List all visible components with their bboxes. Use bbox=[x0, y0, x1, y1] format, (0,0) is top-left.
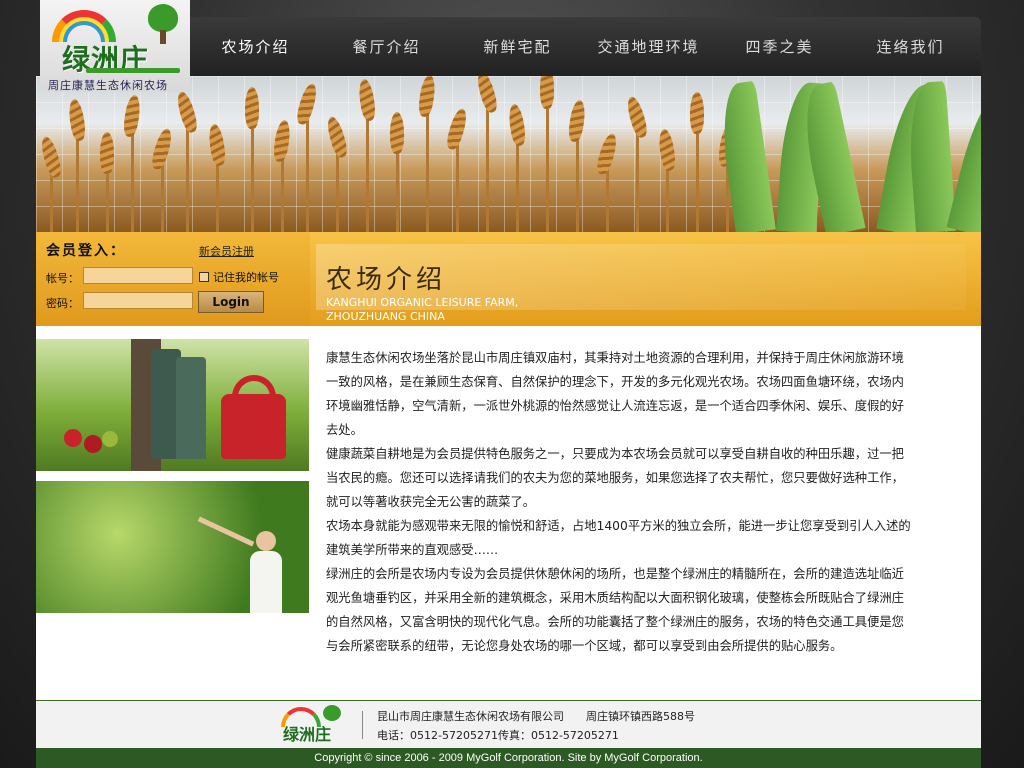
hero-banner bbox=[36, 76, 981, 232]
remember-account[interactable]: 记住我的帐号 bbox=[199, 269, 279, 285]
wheat-stalk bbox=[426, 111, 429, 232]
apple-shape bbox=[64, 429, 82, 447]
password-label: 密码： bbox=[46, 297, 79, 310]
wheat-stalk bbox=[131, 131, 134, 232]
boots-watering-can-photo bbox=[36, 339, 309, 471]
farm-article: 康慧生态休闲农场坐落於昆山市周庄镇双庙村，其秉持对土地资源的合理利用，并保持于周… bbox=[326, 346, 914, 658]
page-title: 农场介绍 bbox=[326, 265, 447, 295]
password-input[interactable] bbox=[83, 292, 193, 309]
tree-icon bbox=[323, 705, 341, 721]
watering-can-handle bbox=[232, 375, 276, 409]
woman-arm-shape bbox=[197, 516, 255, 547]
nav-farm-intro[interactable]: 农场介绍 bbox=[190, 36, 321, 57]
nav-transport[interactable]: 交通地理环境 bbox=[583, 36, 714, 57]
woman-body-shape bbox=[250, 551, 282, 613]
footer-phone-fax: 电话：0512-57205271传真：0512-57205271 bbox=[377, 729, 619, 742]
wheat-stalk bbox=[161, 164, 164, 232]
woman-in-trees-photo bbox=[36, 481, 309, 613]
wheat-stalk bbox=[546, 103, 549, 232]
login-title: 会员登入： bbox=[46, 243, 126, 259]
nav-seasons[interactable]: 四季之美 bbox=[714, 36, 845, 57]
wheat-stalk bbox=[636, 132, 639, 232]
wheat-stalk bbox=[106, 168, 109, 232]
wheat-head bbox=[100, 132, 114, 174]
wheat-stalk bbox=[216, 160, 219, 232]
apple-shape bbox=[102, 431, 118, 447]
remember-label: 记住我的帐号 bbox=[213, 271, 279, 284]
article-paragraph: 康慧生态休闲农场坐落於昆山市周庄镇双庙村，其秉持对土地资源的合理利用，并保持于周… bbox=[326, 351, 904, 437]
tree-icon bbox=[148, 4, 178, 32]
wheat-head bbox=[245, 87, 259, 129]
login-button[interactable]: Login bbox=[198, 291, 264, 313]
nav-restaurant[interactable]: 餐厅介绍 bbox=[321, 36, 452, 57]
wheat-stalk bbox=[336, 152, 339, 232]
wheat-stalk bbox=[486, 107, 489, 232]
nav-delivery[interactable]: 新鲜宅配 bbox=[452, 36, 583, 57]
wheat-stalk bbox=[76, 135, 79, 232]
page-title-bar: 农场介绍 KANGHUI ORGANIC LEISURE FARM, ZHOUZ… bbox=[310, 232, 981, 326]
page-subtitle-en: KANGHUI ORGANIC LEISURE FARM, ZHOUZHUANG… bbox=[326, 296, 519, 323]
wheat-stalk bbox=[516, 140, 519, 232]
wheat-stalk bbox=[50, 172, 53, 232]
wheat-stalk bbox=[576, 136, 579, 232]
wheat-head bbox=[690, 92, 704, 134]
footer: 绿洲庄 昆山市周庄康慧生态休闲农场有限公司 周庄镇环镇西路588号 电话：051… bbox=[36, 700, 981, 748]
article-paragraph: 农场本身就能为感观带来无限的愉悦和舒适，占地1400平方米的独立会所，能进一步让… bbox=[326, 519, 911, 557]
boot-right-shape bbox=[176, 357, 206, 459]
nav-contact[interactable]: 连络我们 bbox=[845, 36, 976, 57]
footer-logo: 绿洲庄 bbox=[279, 705, 349, 744]
brand-slogan: 周庄康慧生态休闲农场 bbox=[48, 79, 168, 92]
wheat-stalk bbox=[456, 144, 459, 232]
wheat-stalk bbox=[396, 148, 399, 232]
wheat-stalk bbox=[366, 115, 369, 232]
footer-divider bbox=[362, 711, 363, 739]
main-content: 康慧生态休闲农场坐落於昆山市周庄镇双庙村，其秉持对土地资源的合理利用，并保持于周… bbox=[36, 326, 981, 700]
woman-head-shape bbox=[256, 531, 276, 551]
wheat-stalk bbox=[281, 156, 284, 232]
wheat-stalk bbox=[186, 127, 189, 232]
apple-shape bbox=[84, 435, 102, 453]
main-nav: 农场介绍 餐厅介绍 新鲜宅配 交通地理环境 四季之美 连络我们 bbox=[190, 17, 981, 76]
footer-brand: 绿洲庄 bbox=[283, 725, 332, 744]
article-paragraph: 健康蔬菜自耕地是为会员提供特色服务之一，只要成为本农场会员就可以享受自耕自收的种… bbox=[326, 447, 904, 509]
grass-decoration bbox=[86, 68, 180, 73]
copyright-bar: Copyright © since 2006 - 2009 MyGolf Cor… bbox=[36, 748, 981, 768]
wheat-stalk bbox=[666, 165, 669, 232]
wheat-stalk bbox=[306, 119, 309, 232]
wheat-head bbox=[540, 76, 554, 109]
remember-checkbox[interactable] bbox=[199, 272, 209, 282]
site-logo[interactable]: 绿洲庄 周庄康慧生态休闲农场 bbox=[40, 0, 190, 92]
account-input[interactable] bbox=[83, 267, 193, 284]
wheat-head bbox=[390, 112, 404, 154]
footer-company-address: 昆山市周庄康慧生态休闲农场有限公司 周庄镇环镇西路588号 bbox=[377, 710, 695, 723]
article-paragraph: 绿洲庄的会所是农场内专设为会员提供休憩休闲的场所，也是整个绿洲庄的精髓所在，会所… bbox=[326, 567, 904, 653]
member-login-panel: 会员登入： 新会员注册 帐号： 记住我的帐号 密码： Login bbox=[36, 232, 310, 326]
register-link[interactable]: 新会员注册 bbox=[199, 243, 254, 259]
account-label: 帐号： bbox=[46, 272, 79, 285]
wheat-stalk bbox=[696, 128, 699, 232]
wheat-stalk bbox=[251, 123, 254, 232]
tree-trunk bbox=[160, 30, 166, 44]
wheat-stalk bbox=[606, 169, 609, 232]
